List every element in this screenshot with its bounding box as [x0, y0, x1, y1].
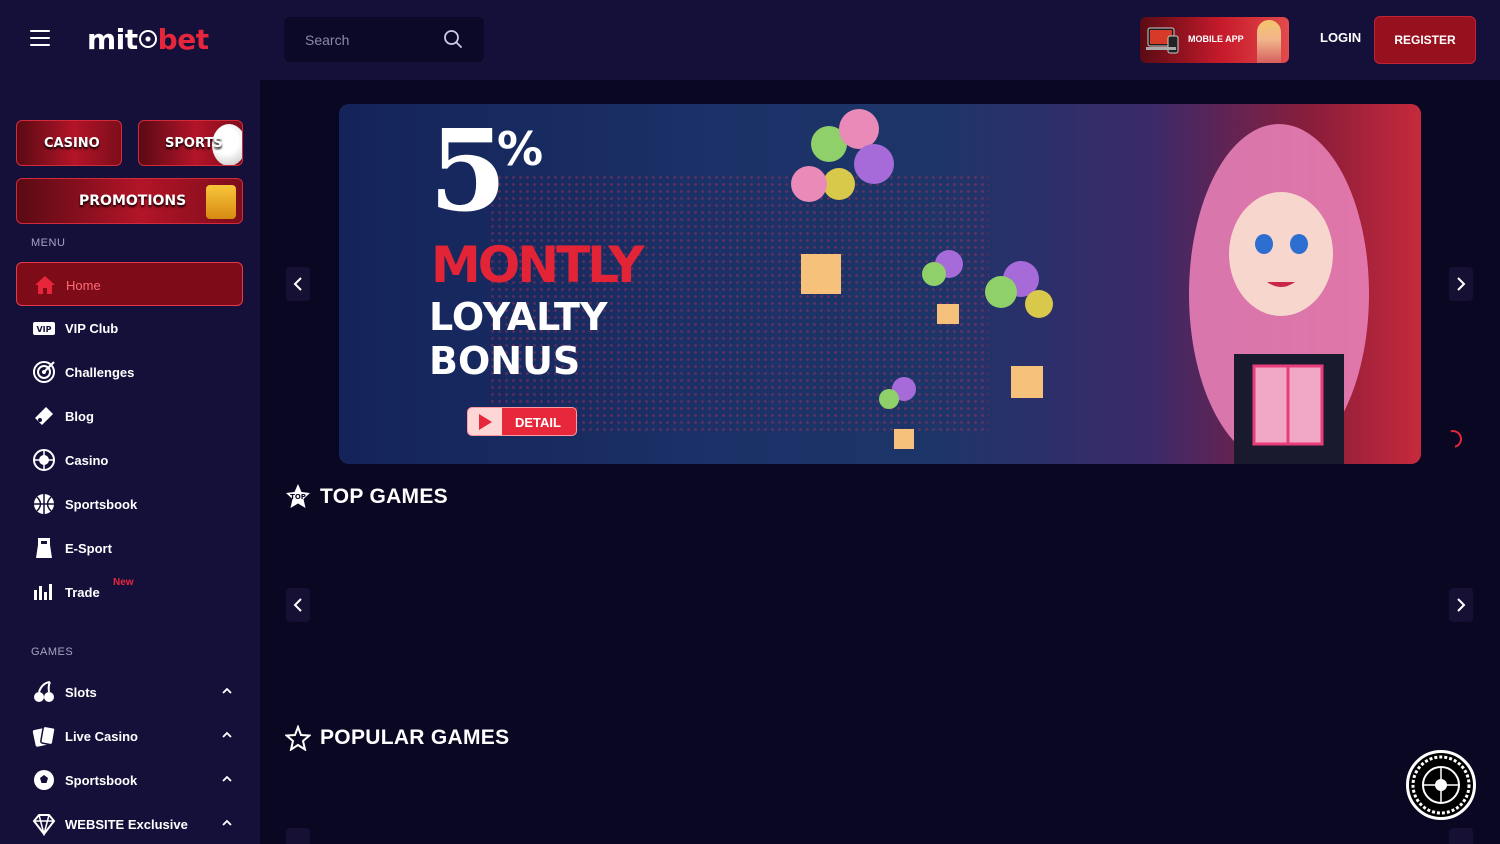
cards-icon [32, 725, 56, 747]
new-badge: New [113, 577, 134, 588]
promotions-tile-label: PROMOTIONS [79, 193, 187, 209]
roulette-icon [33, 449, 55, 471]
promotions-tile[interactable]: PROMOTIONS [16, 178, 243, 224]
play-icon [468, 408, 502, 435]
chevron-right-icon [1457, 598, 1466, 612]
banner-detail-button[interactable]: DETAIL [467, 407, 577, 436]
sidebar-item-label: Slots [65, 685, 97, 700]
sidebar-item-label: Trade [65, 585, 100, 600]
search-icon[interactable] [443, 29, 463, 49]
svg-text:VIP: VIP [36, 325, 51, 334]
games-section-label: GAMES [31, 646, 74, 658]
sidebar-item-label: Casino [65, 453, 109, 468]
top-games-title: TOP GAMES [320, 485, 448, 508]
menu-section-label: MENU [31, 237, 66, 249]
search-input[interactable] [284, 17, 434, 62]
target-icon [33, 361, 55, 383]
sidebar-item-challenges[interactable]: Challenges [16, 350, 243, 394]
sidebar-item-label: Blog [65, 409, 94, 424]
chevron-up-icon[interactable] [221, 685, 233, 697]
loading-spinner [1440, 426, 1466, 452]
banner-line-montly: MONTLY [431, 236, 644, 294]
top-header: mitbet MOBILE APP LOGIN REGISTER [0, 0, 1500, 80]
mobile-app-button[interactable]: MOBILE APP [1140, 17, 1289, 63]
devices-icon [1146, 27, 1179, 54]
sidebar-item-live-casino[interactable]: Live Casino [16, 714, 243, 758]
home-icon [35, 276, 55, 294]
football-icon [34, 770, 54, 790]
chevron-left-icon [293, 598, 302, 612]
popular-games-prev-button[interactable] [286, 828, 310, 844]
promo-character-image [1189, 124, 1369, 464]
logo-text-part1: mit [87, 23, 138, 56]
chevron-up-icon[interactable] [221, 729, 233, 741]
popular-games-next-button[interactable] [1449, 828, 1473, 844]
sidebar-item-website-exclusive[interactable]: WEBSITE Exclusive [16, 802, 243, 844]
banner-percent: % [497, 122, 544, 176]
sidebar-item-label: Sportsbook [65, 497, 138, 512]
top-games-next-button[interactable] [1449, 588, 1473, 622]
diamond-icon [32, 814, 56, 836]
vip-icon: VIP [33, 322, 55, 335]
roulette-chat-button[interactable] [1406, 750, 1476, 820]
sports-tile-label: SPORTS [165, 136, 223, 151]
sidebar-item-slots[interactable]: Slots [16, 670, 243, 714]
chevron-right-icon [1457, 277, 1466, 291]
register-button[interactable]: REGISTER [1374, 16, 1476, 64]
sidebar-item-sportsbook[interactable]: Sportsbook [16, 482, 243, 526]
star-icon [285, 725, 311, 751]
logo-text-part2: bet [157, 23, 209, 56]
sidebar: CASINO SPORTS PROMOTIONS MENU Home VIP V… [0, 80, 260, 844]
promo-banner[interactable]: 5 % MONTLY LOYALTY BONUS DETAIL [339, 104, 1421, 464]
sidebar-item-e-sport[interactable]: E-Sport [16, 526, 243, 570]
sidebar-item-label: Challenges [65, 365, 135, 380]
mobile-app-label: MOBILE APP [1188, 34, 1244, 44]
basketball-icon [34, 494, 54, 514]
promo-model-image [1257, 20, 1281, 63]
casino-tile-label: CASINO [44, 136, 100, 151]
site-logo[interactable]: mit bet [87, 22, 209, 58]
chevron-left-icon [293, 277, 302, 291]
top-games-icon: TOP [286, 484, 310, 508]
banner-line-bonus: BONUS [429, 339, 581, 383]
banner-prev-button[interactable] [286, 267, 310, 301]
blog-icon [35, 407, 53, 425]
sidebar-item-label: E-Sport [65, 541, 112, 556]
casino-tile[interactable]: CASINO [16, 120, 122, 166]
chart-icon [34, 584, 52, 600]
sidebar-item-trade[interactable]: Trade New [16, 570, 243, 614]
banner-detail-label: DETAIL [515, 415, 561, 430]
roulette-wheel-icon [1411, 755, 1471, 815]
sidebar-item-label: Sportsbook [65, 773, 138, 788]
top-badge-text: TOP [290, 493, 306, 501]
logo-chip-icon [138, 30, 157, 48]
chevron-up-icon[interactable] [221, 773, 233, 785]
popular-games-title: POPULAR GAMES [320, 726, 510, 749]
sidebar-item-sportsbook-games[interactable]: Sportsbook [16, 758, 243, 802]
sidebar-item-home[interactable]: Home [16, 262, 243, 306]
banner-line-loyalty: LOYALTY [429, 295, 608, 339]
login-button[interactable]: LOGIN [1320, 30, 1361, 45]
top-games-prev-button[interactable] [286, 588, 310, 622]
sidebar-item-vip-club[interactable]: VIP VIP Club [16, 306, 243, 350]
sidebar-item-blog[interactable]: Blog [16, 394, 243, 438]
sidebar-item-label: Live Casino [65, 729, 138, 744]
sidebar-item-label: WEBSITE Exclusive [65, 817, 188, 832]
esport-icon [36, 538, 52, 558]
chevron-up-icon[interactable] [221, 817, 233, 829]
banner-next-button[interactable] [1449, 267, 1473, 301]
gift-box-icon [206, 185, 236, 219]
sports-tile[interactable]: SPORTS [138, 120, 243, 166]
sidebar-item-label: VIP Club [65, 321, 119, 336]
banner-big-number: 5 [429, 106, 507, 237]
cherry-icon [34, 681, 54, 702]
sidebar-item-casino[interactable]: Casino [16, 438, 243, 482]
balloons-decoration [791, 109, 1053, 449]
sidebar-item-label: Home [66, 278, 101, 293]
hamburger-menu-icon[interactable] [30, 30, 50, 48]
